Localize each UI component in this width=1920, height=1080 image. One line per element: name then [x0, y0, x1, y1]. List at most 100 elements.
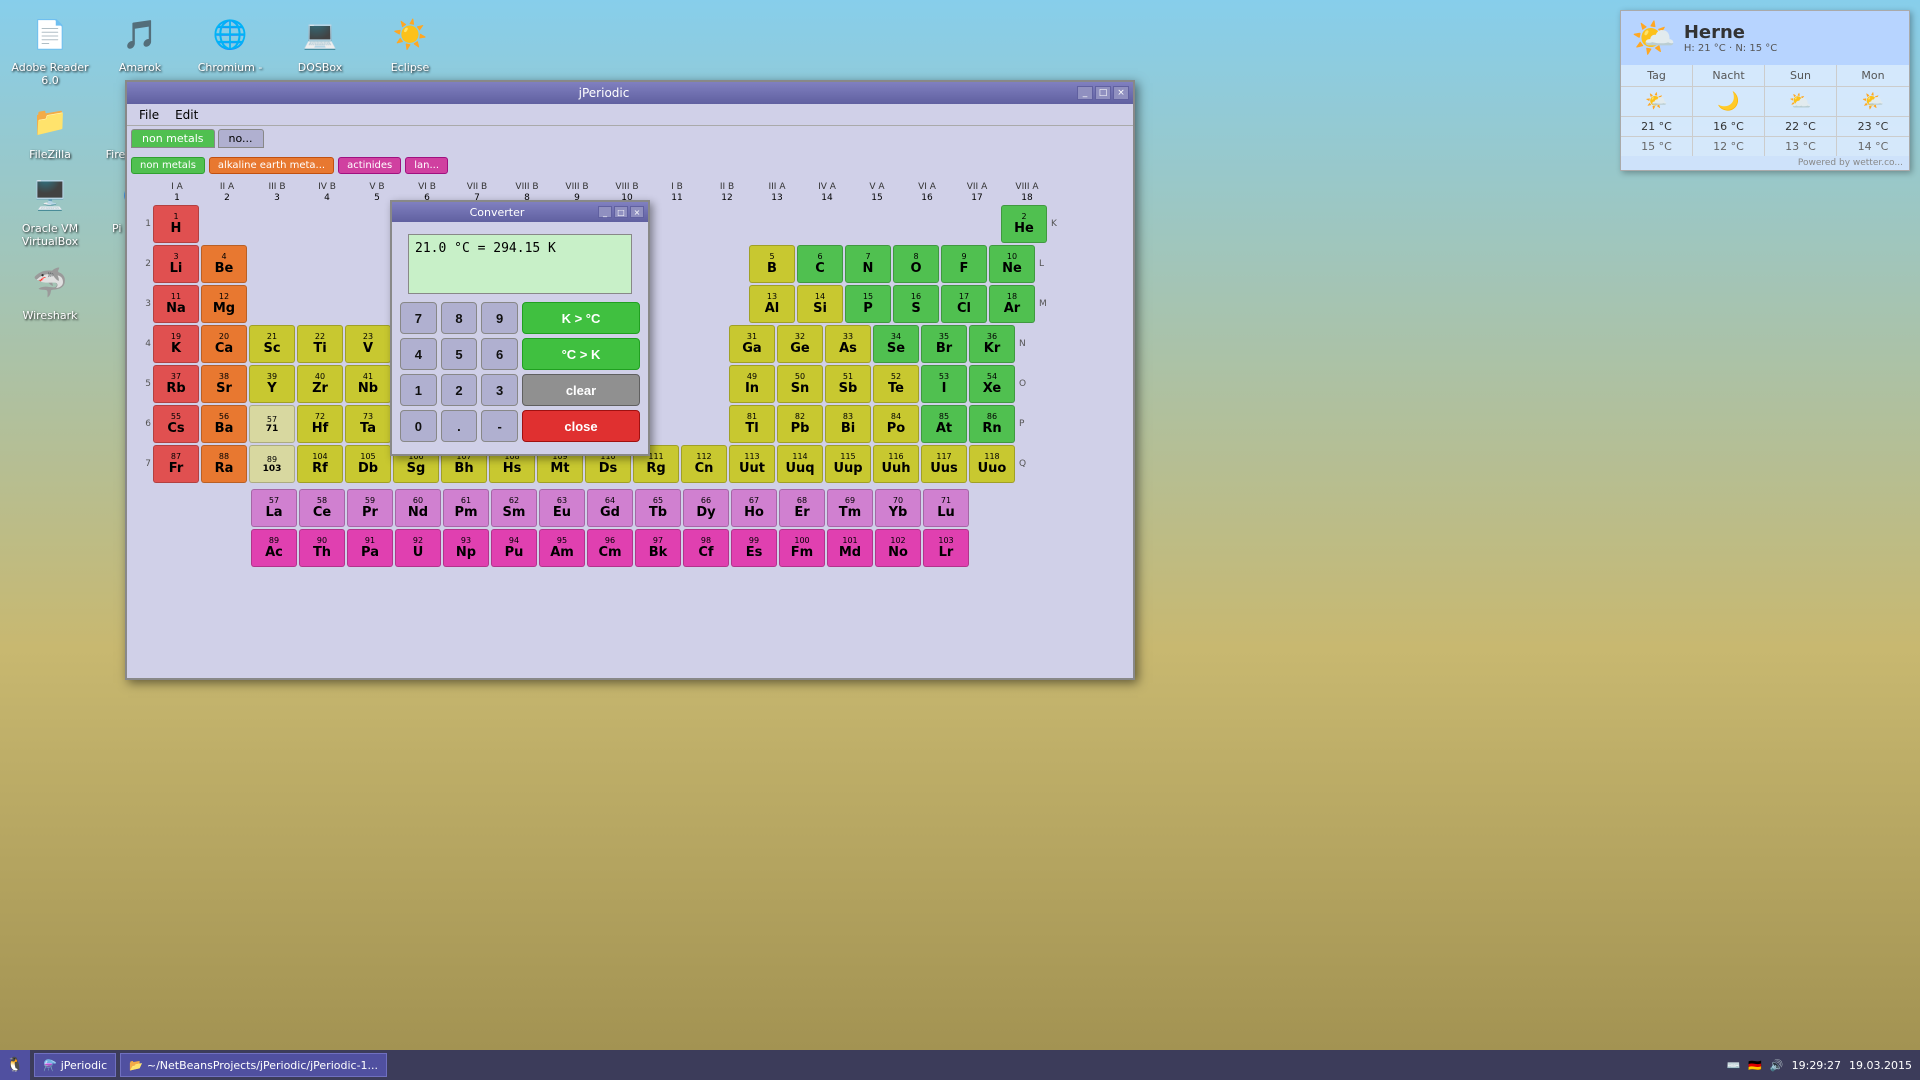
element-Te[interactable]: 52 Te	[873, 365, 919, 403]
element-Ca[interactable]: 20 Ca	[201, 325, 247, 363]
element-P[interactable]: 15 P	[845, 285, 891, 323]
btn-minus[interactable]: -	[481, 410, 518, 442]
btn-4[interactable]: 4	[400, 338, 437, 370]
element-Mg[interactable]: 12 Mg	[201, 285, 247, 323]
desktop-icon-amarok[interactable]: 🎵 Amarok	[100, 10, 180, 87]
element-Sm[interactable]: 62 Sm	[491, 489, 537, 527]
element-Na[interactable]: 11 Na	[153, 285, 199, 323]
menu-file[interactable]: File	[131, 106, 167, 124]
element-Uuo[interactable]: 118 Uuo	[969, 445, 1015, 483]
element-Fr[interactable]: 87 Fr	[153, 445, 199, 483]
element-Ar[interactable]: 18 Ar	[989, 285, 1035, 323]
btn-1[interactable]: 1	[400, 374, 437, 406]
element-Sb[interactable]: 51 Sb	[825, 365, 871, 403]
btn-decimal[interactable]: .	[441, 410, 478, 442]
element-Dy[interactable]: 66 Dy	[683, 489, 729, 527]
element-Zr[interactable]: 40 Zr	[297, 365, 343, 403]
desktop-icon-oracle[interactable]: 🖥️ Oracle VM VirtualBox	[10, 171, 90, 248]
btn-close-converter[interactable]: close	[522, 410, 640, 442]
element-F[interactable]: 9 F	[941, 245, 987, 283]
element-La71[interactable]: 57 71	[249, 405, 295, 443]
element-Pm[interactable]: 61 Pm	[443, 489, 489, 527]
desktop-icon-chromium[interactable]: 🌐 Chromium -	[190, 10, 270, 87]
element-Th[interactable]: 90 Th	[299, 529, 345, 567]
element-U[interactable]: 92 U	[395, 529, 441, 567]
btn-6[interactable]: 6	[481, 338, 518, 370]
menu-edit[interactable]: Edit	[167, 106, 206, 124]
element-Sn[interactable]: 50 Sn	[777, 365, 823, 403]
element-Ra[interactable]: 88 Ra	[201, 445, 247, 483]
element-Pu[interactable]: 94 Pu	[491, 529, 537, 567]
element-Ge[interactable]: 32 Ge	[777, 325, 823, 363]
maximize-button[interactable]: □	[1095, 86, 1111, 100]
element-B[interactable]: 5 B	[749, 245, 795, 283]
element-Al[interactable]: 13 Al	[749, 285, 795, 323]
element-Rb[interactable]: 37 Rb	[153, 365, 199, 403]
element-Pr[interactable]: 59 Pr	[347, 489, 393, 527]
element-Kr[interactable]: 36 Kr	[969, 325, 1015, 363]
element-He[interactable]: 2 He	[1001, 205, 1047, 243]
desktop-icon-filezilla[interactable]: 📁 FileZilla	[10, 97, 90, 161]
legend-alkaline[interactable]: alkaline earth meta...	[209, 157, 334, 174]
element-Ac103[interactable]: 89 103	[249, 445, 295, 483]
legend-lanthanides[interactable]: lan...	[405, 157, 448, 174]
element-Db[interactable]: 105 Db	[345, 445, 391, 483]
element-Sc[interactable]: 21 Sc	[249, 325, 295, 363]
element-Am[interactable]: 95 Am	[539, 529, 585, 567]
desktop-icon-adobe[interactable]: 📄 Adobe Reader 6.0	[10, 10, 90, 87]
converter-close[interactable]: ×	[630, 206, 644, 218]
element-Eu[interactable]: 63 Eu	[539, 489, 585, 527]
tab-non-metals[interactable]: non metals	[131, 129, 215, 148]
element-Nb[interactable]: 41 Nb	[345, 365, 391, 403]
element-Tb[interactable]: 65 Tb	[635, 489, 681, 527]
element-Tl[interactable]: 81 Tl	[729, 405, 775, 443]
element-Lu[interactable]: 71 Lu	[923, 489, 969, 527]
element-No[interactable]: 102 No	[875, 529, 921, 567]
element-Ta[interactable]: 73 Ta	[345, 405, 391, 443]
element-Uup[interactable]: 115 Uup	[825, 445, 871, 483]
desktop-icon-eclipse[interactable]: ☀️ Eclipse	[370, 10, 450, 87]
legend-non-metals[interactable]: non metals	[131, 157, 205, 174]
converter-maximize[interactable]: □	[614, 206, 628, 218]
btn-0[interactable]: 0	[400, 410, 437, 442]
element-Tm[interactable]: 69 Tm	[827, 489, 873, 527]
close-button[interactable]: ×	[1113, 86, 1129, 100]
element-Uuq[interactable]: 114 Uuq	[777, 445, 823, 483]
element-Gd[interactable]: 64 Gd	[587, 489, 633, 527]
element-Uut[interactable]: 113 Uut	[729, 445, 775, 483]
element-Xe[interactable]: 54 Xe	[969, 365, 1015, 403]
element-Si[interactable]: 14 Si	[797, 285, 843, 323]
minimize-button[interactable]: _	[1077, 86, 1093, 100]
element-Hf[interactable]: 72 Hf	[297, 405, 343, 443]
element-Cs[interactable]: 55 Cs	[153, 405, 199, 443]
element-Pa[interactable]: 91 Pa	[347, 529, 393, 567]
element-Nd[interactable]: 60 Nd	[395, 489, 441, 527]
taskbar-jperiodic[interactable]: ⚗️ jPeriodic	[34, 1053, 116, 1077]
element-S[interactable]: 16 S	[893, 285, 939, 323]
converter-minimize[interactable]: _	[598, 206, 612, 218]
element-N[interactable]: 7 N	[845, 245, 891, 283]
element-O[interactable]: 8 O	[893, 245, 939, 283]
start-button[interactable]: 🐧	[0, 1050, 30, 1080]
element-Li[interactable]: 3 Li	[153, 245, 199, 283]
element-Rf[interactable]: 104 Rf	[297, 445, 343, 483]
btn-3[interactable]: 3	[481, 374, 518, 406]
element-La[interactable]: 57 La	[251, 489, 297, 527]
element-Uus[interactable]: 117 Uus	[921, 445, 967, 483]
element-As[interactable]: 33 As	[825, 325, 871, 363]
element-Uuh[interactable]: 116 Uuh	[873, 445, 919, 483]
element-Es[interactable]: 99 Es	[731, 529, 777, 567]
desktop-icon-dosbox[interactable]: 💻 DOSBox	[280, 10, 360, 87]
btn-9[interactable]: 9	[481, 302, 518, 334]
element-Bi[interactable]: 83 Bi	[825, 405, 871, 443]
tab-other[interactable]: no...	[218, 129, 264, 148]
element-Br[interactable]: 35 Br	[921, 325, 967, 363]
element-H[interactable]: 1 H	[153, 205, 199, 243]
element-Be[interactable]: 4 Be	[201, 245, 247, 283]
element-Ga[interactable]: 31 Ga	[729, 325, 775, 363]
element-Ho[interactable]: 67 Ho	[731, 489, 777, 527]
element-Y[interactable]: 39 Y	[249, 365, 295, 403]
element-I[interactable]: 53 I	[921, 365, 967, 403]
element-Ce[interactable]: 58 Ce	[299, 489, 345, 527]
element-Ba[interactable]: 56 Ba	[201, 405, 247, 443]
